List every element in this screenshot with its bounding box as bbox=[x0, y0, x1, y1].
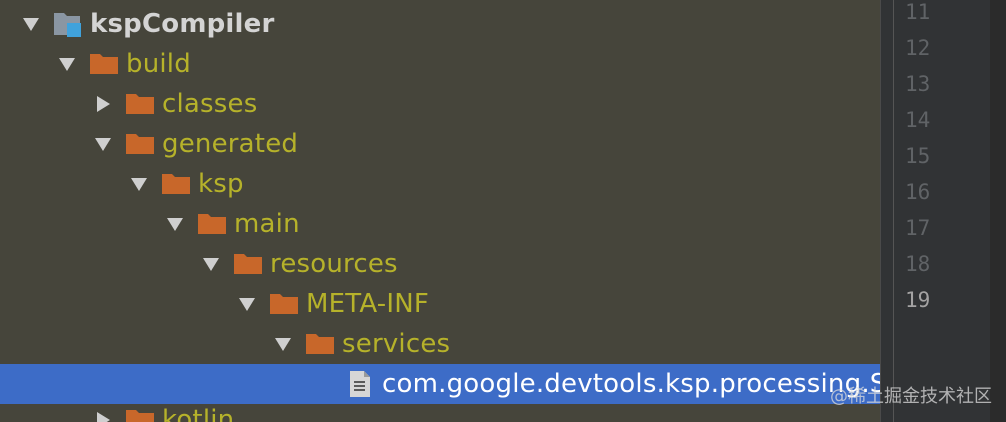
folder-icon bbox=[124, 92, 156, 116]
line-number-current: 19 bbox=[905, 288, 931, 312]
line-number: 18 bbox=[905, 252, 931, 276]
expand-arrow-icon[interactable] bbox=[54, 51, 80, 77]
expand-arrow-icon[interactable] bbox=[162, 211, 188, 237]
tree-row-classes[interactable]: classes bbox=[0, 84, 880, 124]
tree-row-label: classes bbox=[162, 89, 258, 119]
tree-row-service-file[interactable]: com.google.devtools.ksp.processing.Sy bbox=[0, 364, 880, 404]
expand-arrow-icon[interactable] bbox=[90, 131, 116, 157]
tree-row-ksp[interactable]: ksp bbox=[0, 164, 880, 204]
tree-row-generated[interactable]: generated bbox=[0, 124, 880, 164]
line-number: 16 bbox=[905, 180, 931, 204]
folder-icon bbox=[88, 52, 120, 76]
editor-area-edge[interactable] bbox=[990, 0, 1006, 422]
tree-row-label: META-INF bbox=[306, 289, 429, 319]
folder-icon bbox=[196, 212, 228, 236]
tree-row-label: resources bbox=[270, 249, 398, 279]
expand-arrow-icon[interactable] bbox=[234, 291, 260, 317]
line-number: 17 bbox=[905, 216, 931, 240]
folder-icon bbox=[232, 252, 264, 276]
expand-arrow-icon[interactable] bbox=[270, 331, 296, 357]
tree-row-ksp-compiler[interactable]: ksp​Compiler bbox=[0, 4, 880, 44]
line-number: 15 bbox=[905, 144, 931, 168]
tree-row-label: ksp​Compiler bbox=[90, 9, 275, 39]
tree-row-label: kotlin bbox=[162, 405, 235, 422]
ide-window: ksp​Compiler build classes bbox=[0, 0, 1006, 422]
collapse-arrow-icon[interactable] bbox=[90, 91, 116, 117]
tree-row-label: main bbox=[234, 209, 300, 239]
line-number: 14 bbox=[905, 108, 931, 132]
module-icon bbox=[52, 9, 84, 39]
folder-icon bbox=[304, 332, 336, 356]
folder-icon bbox=[124, 408, 156, 422]
expand-arrow-icon[interactable] bbox=[126, 171, 152, 197]
folder-icon bbox=[268, 292, 300, 316]
tree-row-meta-inf[interactable]: META-INF bbox=[0, 284, 880, 324]
gutter-divider bbox=[893, 0, 894, 422]
collapse-arrow-icon[interactable] bbox=[90, 407, 116, 422]
tree-row-build[interactable]: build bbox=[0, 44, 880, 84]
line-number: 12 bbox=[905, 36, 931, 60]
project-tree-panel: ksp​Compiler build classes bbox=[0, 0, 880, 422]
tree-row-label: ksp bbox=[198, 169, 244, 199]
folder-icon bbox=[160, 172, 192, 196]
tree-row-label: generated bbox=[162, 129, 299, 159]
tree-row-resources[interactable]: resources bbox=[0, 244, 880, 284]
tree-row-services[interactable]: services bbox=[0, 324, 880, 364]
expand-arrow-icon[interactable] bbox=[198, 251, 224, 277]
tree-row-label: com.google.devtools.ksp.processing.Sy bbox=[382, 369, 880, 399]
watermark: @稀土掘金技术社区 bbox=[830, 386, 992, 407]
line-number: 11 bbox=[905, 0, 931, 24]
expand-arrow-icon[interactable] bbox=[18, 11, 44, 37]
tree-row-main[interactable]: main bbox=[0, 204, 880, 244]
text-file-icon bbox=[348, 370, 372, 398]
line-number: 13 bbox=[905, 72, 931, 96]
tree-row-label: services bbox=[342, 329, 451, 359]
folder-icon bbox=[124, 132, 156, 156]
tree-row-kotlin[interactable]: kotlin bbox=[0, 400, 880, 422]
tree-row-label: build bbox=[126, 49, 191, 79]
